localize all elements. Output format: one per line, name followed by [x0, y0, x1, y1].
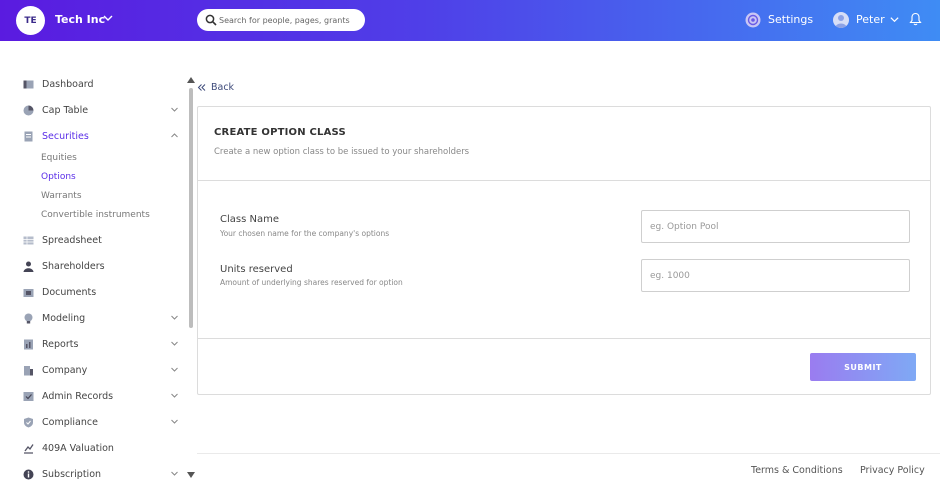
sidebar-item-admin-records[interactable]: Admin Records [23, 387, 183, 405]
sidebar-item-securities[interactable]: Securities [23, 127, 183, 145]
sidebar-item-company[interactable]: Company [23, 361, 183, 379]
company-name[interactable]: Tech Inc [55, 13, 105, 26]
valuation-icon [24, 443, 34, 454]
sidebar-item-label: Reports [42, 338, 79, 350]
sidebar-item-label: Dashboard [42, 78, 94, 90]
card-title: CREATE OPTION CLASS [214, 127, 346, 138]
folder-icon [23, 288, 34, 297]
chevron-down-icon[interactable] [170, 339, 179, 348]
user-icon [835, 15, 847, 28]
sidebar: Dashboard Cap Table Securities Equities … [0, 41, 196, 488]
sidebar-item-label: Shareholders [42, 260, 105, 272]
records-icon [23, 391, 34, 401]
sidebar-item-subscription[interactable]: Subscription [23, 465, 183, 483]
sidebar-item-compliance[interactable]: Compliance [23, 413, 183, 431]
terms-link[interactable]: Terms & Conditions [751, 465, 843, 476]
submit-button[interactable]: SUBMIT [810, 353, 916, 381]
sidebar-subitem-options[interactable]: Options [41, 172, 76, 182]
chevron-down-icon[interactable] [170, 469, 179, 478]
card-subtitle: Create a new option class to be issued t… [214, 147, 470, 157]
sidebar-item-label: Cap Table [42, 104, 89, 116]
lightbulb-icon [24, 313, 33, 323]
chevron-down-icon[interactable] [170, 313, 179, 322]
chevron-down-icon[interactable] [170, 391, 179, 400]
sidebar-item-spreadsheet[interactable]: Spreadsheet [23, 231, 183, 249]
chevron-up-icon[interactable] [170, 131, 179, 140]
privacy-link[interactable]: Privacy Policy [860, 465, 925, 476]
pie-chart-icon [23, 105, 34, 115]
document-stack-icon [24, 131, 33, 141]
chevron-down-icon[interactable] [889, 14, 900, 25]
building-icon [24, 365, 33, 375]
search-input[interactable] [219, 12, 359, 28]
footer-divider [197, 453, 940, 454]
top-bar: TE Tech Inc Settings Peter [0, 0, 940, 41]
avatar[interactable] [833, 12, 849, 28]
search-box[interactable] [197, 9, 365, 31]
sidebar-item-label: Compliance [42, 416, 98, 428]
sidebar-item-label: Company [42, 364, 88, 376]
sidebar-item-409a-valuation[interactable]: 409A Valuation [23, 439, 183, 457]
shield-icon [24, 417, 33, 427]
chevron-down-icon[interactable] [170, 417, 179, 426]
sidebar-item-label: Subscription [42, 468, 102, 480]
class-name-input[interactable] [641, 210, 910, 243]
sidebar-item-label: Spreadsheet [42, 234, 102, 246]
class-name-label: Class Name [220, 214, 279, 225]
user-name[interactable]: Peter [856, 13, 885, 26]
sidebar-item-label: 409A Valuation [42, 442, 114, 454]
scroll-down-icon[interactable] [187, 472, 195, 478]
logo-initials: TE [24, 15, 37, 26]
units-reserved-help: Amount of underlying shares reserved for… [220, 278, 403, 287]
class-name-help: Your chosen name for the company's optio… [220, 229, 390, 238]
back-label: Back [211, 82, 235, 93]
divider [198, 338, 930, 339]
bell-icon[interactable] [909, 12, 922, 26]
back-link[interactable]: Back [197, 82, 234, 93]
sidebar-item-label: Modeling [42, 312, 86, 324]
sidebar-item-shareholders[interactable]: Shareholders [23, 257, 183, 275]
sidebar-subitem-convertible-instruments[interactable]: Convertible instruments [41, 210, 150, 220]
report-icon [24, 339, 33, 349]
spreadsheet-icon [23, 236, 34, 244]
info-icon [23, 469, 34, 479]
sidebar-item-cap-table[interactable]: Cap Table [23, 101, 183, 119]
sidebar-item-dashboard[interactable]: Dashboard [23, 75, 183, 93]
user-icon [23, 261, 34, 272]
settings-link[interactable]: Settings [768, 13, 813, 26]
sidebar-item-modeling[interactable]: Modeling [23, 309, 183, 327]
dashboard-icon [23, 80, 34, 88]
create-option-class-card: CREATE OPTION CLASS Create a new option … [197, 106, 931, 395]
search-icon [205, 14, 217, 26]
sidebar-item-reports[interactable]: Reports [23, 335, 183, 353]
sidebar-item-label: Admin Records [42, 390, 114, 402]
units-reserved-label: Units reserved [220, 264, 293, 275]
sidebar-item-documents[interactable]: Documents [23, 283, 183, 301]
sidebar-subitem-equities[interactable]: Equities [41, 153, 77, 163]
gear-icon[interactable] [745, 12, 761, 28]
sidebar-subitem-warrants[interactable]: Warrants [41, 191, 82, 201]
double-chevron-left-icon [197, 84, 206, 91]
sidebar-scrollbar-thumb[interactable] [189, 88, 193, 328]
scroll-up-icon[interactable] [187, 77, 195, 83]
company-logo[interactable]: TE [16, 6, 45, 35]
units-reserved-input[interactable] [641, 259, 910, 292]
chevron-down-icon[interactable] [170, 105, 179, 114]
chevron-down-icon[interactable] [170, 365, 179, 374]
divider [198, 180, 930, 181]
sidebar-item-label: Securities [42, 130, 89, 142]
chevron-down-icon[interactable] [102, 12, 114, 24]
sidebar-item-label: Documents [42, 286, 97, 298]
